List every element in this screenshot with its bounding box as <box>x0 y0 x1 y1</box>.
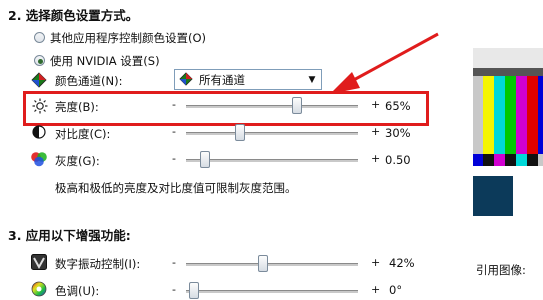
annotation-arrow <box>330 32 439 94</box>
